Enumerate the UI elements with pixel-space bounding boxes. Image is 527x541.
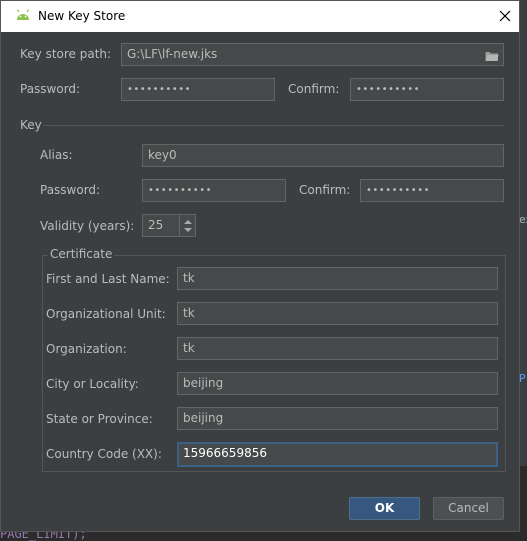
city-locality-field[interactable]: beijing (177, 372, 498, 395)
password-label: Password: (20, 82, 81, 96)
new-key-store-dialog: New Key Store Key store path: G:\LF\lf-n… (0, 0, 520, 532)
certificate-section-label: Certificate (48, 247, 115, 261)
first-last-name-label: First and Last Name: (46, 272, 170, 286)
organizational-unit-label: Organizational Unit: (46, 307, 166, 321)
country-code-label: Country Code (XX): (46, 447, 162, 461)
validity-label: Validity (years): (40, 219, 135, 233)
alias-label: Alias: (40, 148, 73, 162)
validity-value: 25 (148, 218, 164, 232)
ok-button[interactable]: OK (349, 497, 420, 520)
folder-icon[interactable] (485, 48, 499, 65)
country-code-field[interactable]: 15966659856 (177, 442, 498, 467)
organizational-unit-field[interactable]: tk (177, 302, 498, 325)
alias-field[interactable]: key0 (142, 144, 504, 167)
arrow-down-icon[interactable] (184, 228, 192, 232)
key-store-path-field[interactable]: G:\LF\lf-new.jks (121, 43, 504, 66)
password-field[interactable]: •••••••••• (121, 78, 275, 101)
dialog-titlebar: New Key Store (1, 1, 519, 32)
close-icon[interactable] (495, 6, 515, 26)
key-section-label: Key (20, 118, 42, 132)
dialog-title: New Key Store (38, 9, 126, 23)
validity-spinner[interactable]: 25 (142, 214, 196, 237)
key-confirm-label: Confirm: (299, 183, 351, 197)
android-icon (15, 9, 31, 24)
key-store-path-label: Key store path: (20, 47, 112, 61)
ide-right-fragment: ex (519, 213, 527, 226)
key-confirm-password-field[interactable]: •••••••••• (360, 179, 504, 202)
key-password-label: Password: (40, 183, 101, 197)
organization-field[interactable]: tk (177, 337, 498, 360)
arrow-up-icon[interactable] (184, 220, 192, 224)
organization-label: Organization: (46, 342, 127, 356)
key-password-field[interactable]: •••••••••• (142, 179, 286, 202)
key-section-divider (44, 125, 504, 126)
cancel-button[interactable]: Cancel (433, 497, 504, 520)
city-locality-label: City or Locality: (46, 377, 139, 391)
first-last-name-field[interactable]: tk (177, 267, 498, 290)
confirm-password-field[interactable]: •••••••••• (350, 78, 504, 101)
state-province-label: State or Province: (46, 412, 153, 426)
state-province-field[interactable]: beijing (177, 407, 498, 430)
key-store-path-value: G:\LF\lf-new.jks (127, 47, 218, 61)
confirm-label: Confirm: (288, 82, 340, 96)
spinner-arrows[interactable] (179, 215, 195, 236)
